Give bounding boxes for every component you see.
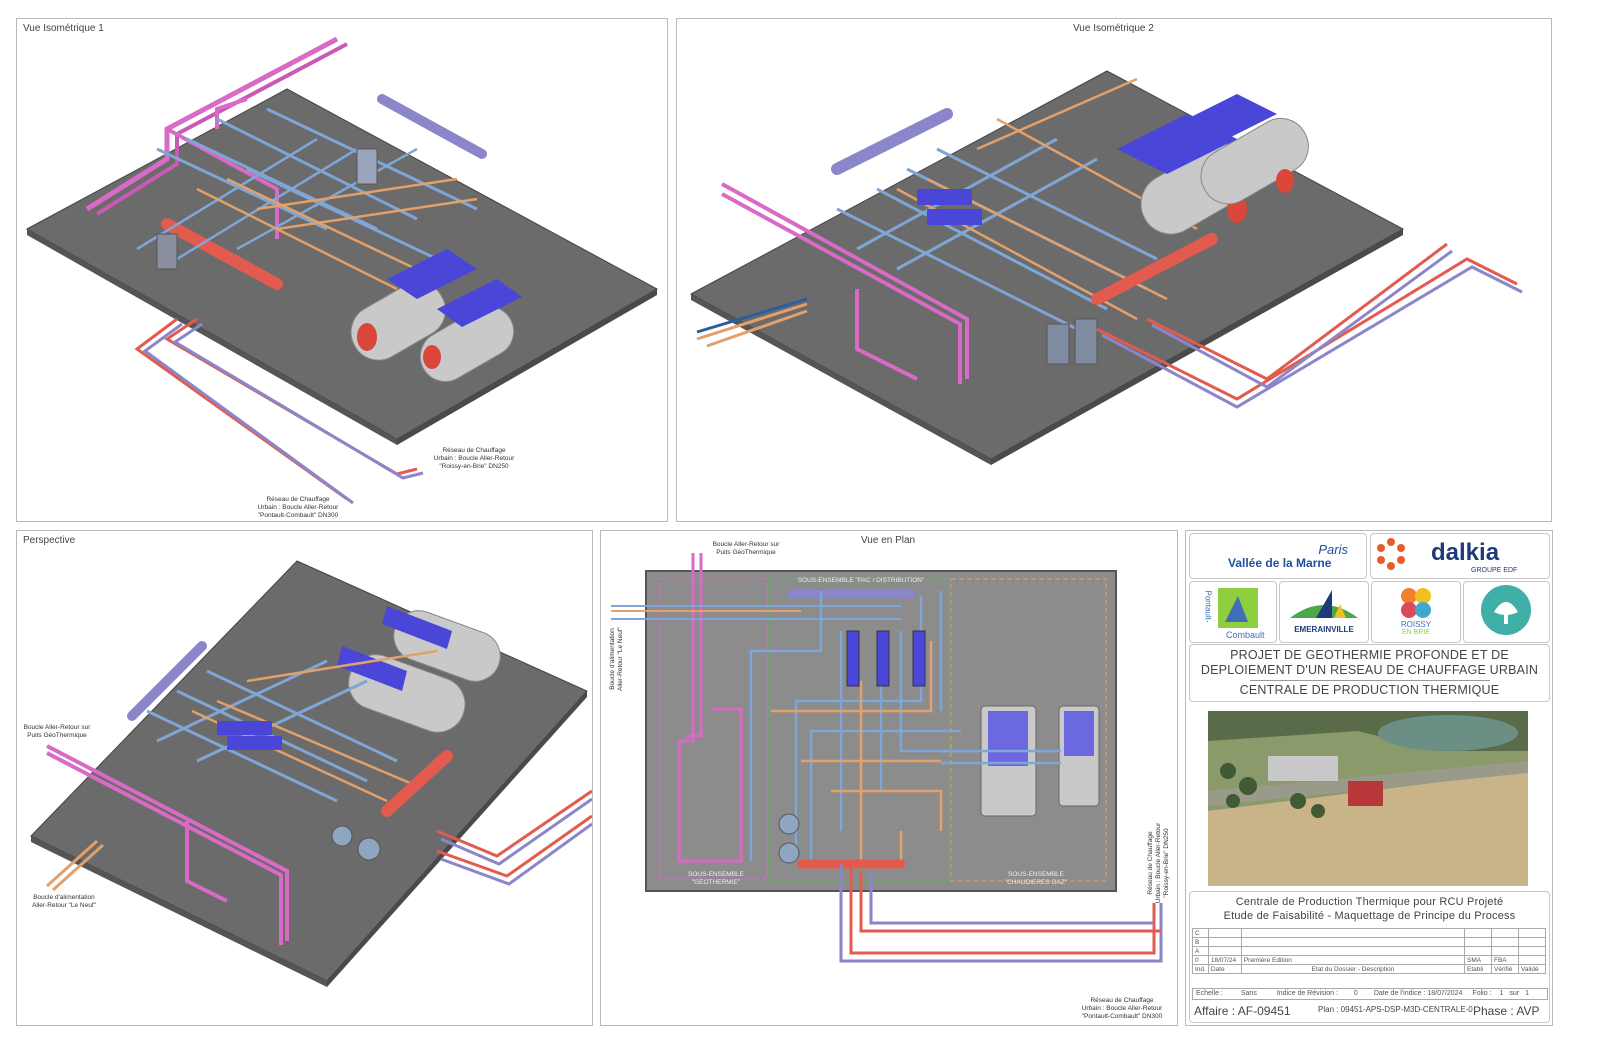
plan-drawing [611,553,1163,963]
dalkia-icon [1377,538,1405,570]
title-line-1: Centrale de Production Thermique pour RC… [1235,896,1504,908]
folio-total: 1 [1525,990,1530,997]
revision-row: 0 18/07/24 Première Edition SMA FBA [1192,955,1546,965]
pontault-name-a: Pontault- [1203,590,1213,623]
plan-roissy-note: Réseau de Chauffage Urbain : Boucle Aller… [1147,822,1170,904]
feed-loop-note: Boucle d'alimentation Aller-Retour "Le Ne… [32,894,96,909]
folio-label: Folio : [1472,990,1492,997]
logo-pontault-combault: Pontault- Combault [1189,581,1277,643]
revision-row: A [1192,946,1546,956]
divider [1250,680,1490,681]
logo-paris-vallee-marne: Paris Vallée de la Marne [1189,533,1367,579]
geothermal-loop-note: Boucle Aller-Retour sur Puits GéoThermiqu… [23,724,91,739]
date-value: 18/07/2024 [1427,990,1463,997]
dalkia-group: GROUPE EDF [1471,567,1518,574]
panel-iso2: Vue Isométrique 2 [676,18,1552,522]
indice-value: 0 [1353,990,1358,997]
network-pontault-note: Réseau de Chauffage Urbain : Boucle Aller… [257,496,339,519]
project-header: PROJET DE GEOTHERMIE PROFONDE ET DE DEPL… [1189,644,1550,702]
date-label: Date de l'indice : [1373,990,1426,997]
plan-feed-note: Boucle d'alimentation Aller-Retour "Le Ne… [609,627,624,691]
pontault-name-b: Combault [1226,630,1265,640]
title-block: Paris Vallée de la Marne dalkia GROUPE E… [1185,530,1553,1026]
revision-row: C [1192,928,1546,938]
affaire-ref: Affaire : AF-09451 [1194,1004,1291,1018]
network-roissy-note: Réseau de Chauffage Urbain : Boucle Aller… [433,447,515,470]
dalkia-name: dalkia [1431,539,1500,566]
roissy-name-a: ROISSY [1400,620,1432,629]
folio-sep: sur [1509,990,1520,997]
plan-ref: Plan : 09451-APS-DSP-M3D-CENTRALE-0 [1318,1005,1473,1014]
title-line-2: Etude de Faisabilité - Maquettage de Pri… [1223,910,1516,922]
tree-badge-icon [1481,585,1531,635]
aerial-site-photo [1208,711,1528,886]
indice-label: Indice de Révision : [1276,990,1338,997]
logo-emerainville: EMERAINVILLE [1279,581,1369,643]
pvm-logo-top: Paris [1318,542,1348,557]
panel-plan: Vue en Plan SOUS-ENSEMBLE "PAC / DISTRIB… [600,530,1178,1026]
zone-pac-label: SOUS-ENSEMBLE "PAC / DISTRIBUTION" [797,577,925,584]
zone-geo-label: SOUS-ENSEMBLE "GEOTHERMIE" [688,871,744,886]
logo-roissy: ROISSY EN BRIE [1371,581,1461,643]
echelle-value: Sans [1240,990,1257,997]
plan-geo-note: Boucle Aller-Retour sur Puits GéoThermiqu… [712,541,780,556]
emerainville-name: EMERAINVILLE [1294,625,1354,634]
iso1-drawing [25,36,659,505]
revision-header: Ind. Date Etat du Dossier - Description Eta… [1192,964,1546,974]
project-line-3: CENTRALE DE PRODUCTION THERMIQUE [1239,683,1500,697]
roissy-name-b: EN BRIE [1401,629,1430,636]
revision-row: B [1192,937,1546,947]
logo-tree-badge [1463,581,1550,643]
pvm-logo-bottom: Vallée de la Marne [1228,556,1332,570]
folio-value: 1 [1499,990,1504,997]
logo-dalkia: dalkia GROUPE EDF [1370,533,1550,579]
iso2-drawing [689,70,1523,465]
echelle-label: Echelle : [1196,990,1223,997]
project-line-2: DEPLOIEMENT D'UN RESEAU DE CHAUFFAGE URB… [1200,663,1539,677]
perspective-drawing [30,560,592,987]
panel-iso1: Vue Isométrique 1 Réseau de Chauffage Ur… [16,18,668,522]
revision-table: C B A 0 18/07/24 Première Edition SMA FBA In… [1192,928,1546,974]
project-line-1: PROJET DE GEOTHERMIE PROFONDE ET DE [1230,648,1509,662]
revision-info-row: Echelle : Sans Indice de Révision : 0 Da… [1192,988,1548,1000]
panel-perspective: Perspective Boucle Aller-Retour sur Puit… [16,530,593,1026]
cartouche: Centrale de Production Thermique pour RC… [1189,891,1550,1023]
plan-pontault-note: Réseau de Chauffage Urbain : Boucle Aller… [1081,997,1163,1020]
zone-gaz-label: SOUS-ENSEMBLE "CHAUDIERES GAZ" [1004,871,1068,886]
phase-ref: Phase : AVP [1473,1004,1540,1018]
